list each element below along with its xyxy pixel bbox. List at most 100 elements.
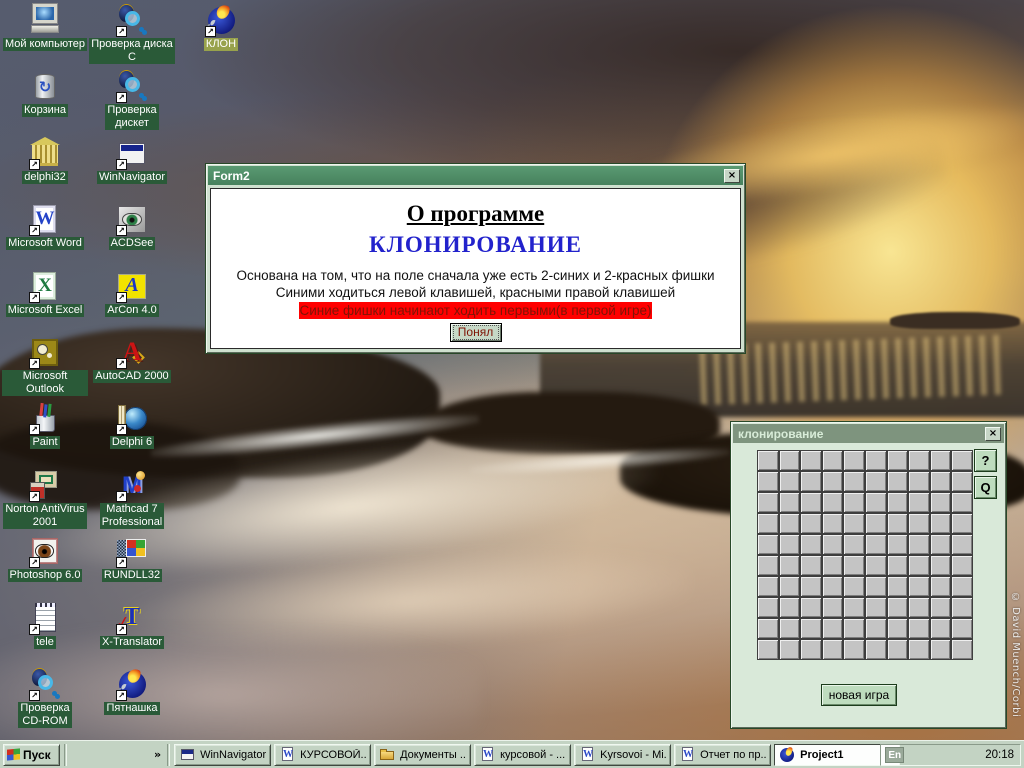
icon-rundll32[interactable]: RUNDLL32 [88, 535, 176, 601]
grid-cell[interactable] [822, 514, 843, 533]
grid-cell[interactable] [822, 556, 843, 575]
icon-photoshop[interactable]: Photoshop 6.0 [1, 535, 89, 601]
grid-cell[interactable] [779, 640, 800, 659]
grid-cell[interactable] [909, 619, 929, 638]
grid-cell[interactable] [779, 493, 800, 512]
taskbar-task[interactable]: WinNavigator [174, 743, 272, 766]
icon-delphi32[interactable]: delphi32 [1, 136, 89, 203]
language-indicator[interactable]: En [885, 746, 905, 763]
grid-cell[interactable] [909, 472, 929, 491]
grid-cell[interactable] [779, 472, 800, 491]
grid-cell[interactable] [758, 640, 778, 659]
grid-cell[interactable] [822, 577, 843, 596]
grid-cell[interactable] [758, 451, 778, 470]
grid-cell[interactable] [909, 577, 929, 596]
grid-cell[interactable] [779, 451, 800, 470]
help-button[interactable]: ? [974, 449, 997, 472]
grid-cell[interactable] [758, 619, 778, 638]
quick-launch-overflow-chevron[interactable]: » [152, 748, 163, 761]
grid-cell[interactable] [952, 472, 972, 491]
grid-cell[interactable] [779, 556, 800, 575]
grid-cell[interactable] [866, 556, 886, 575]
grid-cell[interactable] [801, 556, 821, 575]
grid-cell[interactable] [930, 577, 951, 596]
speaker-icon[interactable] [906, 746, 924, 764]
grid-cell[interactable] [822, 640, 843, 659]
grid-cell[interactable] [952, 640, 972, 659]
grid-cell[interactable] [952, 514, 972, 533]
grid-cell[interactable] [801, 514, 821, 533]
grid-cell[interactable] [909, 598, 929, 617]
grid-cell[interactable] [801, 577, 821, 596]
grid-cell[interactable] [758, 556, 778, 575]
grid-cell[interactable] [909, 556, 929, 575]
icon-mathcad[interactable]: Mathcad 7 Professional [88, 469, 176, 535]
grid-cell[interactable] [779, 514, 800, 533]
grid-cell[interactable] [887, 640, 908, 659]
grid-cell[interactable] [887, 598, 908, 617]
cd-icon[interactable] [963, 746, 981, 764]
icon-check-floppy[interactable]: Проверка дискет [88, 70, 176, 136]
grid-cell[interactable] [866, 493, 886, 512]
grid-cell[interactable] [930, 514, 951, 533]
grid-cell[interactable] [866, 619, 886, 638]
grid-cell[interactable] [844, 451, 864, 470]
icon-tele[interactable]: tele [1, 602, 89, 668]
grid-cell[interactable] [952, 493, 972, 512]
grid-cell[interactable] [844, 577, 864, 596]
grid-cell[interactable] [844, 556, 864, 575]
grid-cell[interactable] [930, 640, 951, 659]
grid-cell[interactable] [758, 598, 778, 617]
grid-cell[interactable] [952, 556, 972, 575]
grid-cell[interactable] [909, 493, 929, 512]
grid-cell[interactable] [758, 577, 778, 596]
grid-cell[interactable] [801, 619, 821, 638]
taskbar-task[interactable]: Kyrsovoi - Mi... [574, 743, 672, 766]
grid-cell[interactable] [930, 598, 951, 617]
grid-cell[interactable] [801, 598, 821, 617]
grid-cell[interactable] [844, 514, 864, 533]
grid-cell[interactable] [844, 598, 864, 617]
quit-button[interactable]: Q [974, 476, 997, 499]
grid-cell[interactable] [801, 535, 821, 554]
grid-cell[interactable] [822, 619, 843, 638]
grid-cell[interactable] [779, 619, 800, 638]
grid-cell[interactable] [887, 535, 908, 554]
grid-cell[interactable] [779, 577, 800, 596]
grid-cell[interactable] [930, 556, 951, 575]
icon-check-disk-c[interactable]: Проверка диска С [88, 4, 176, 70]
grid-cell[interactable] [779, 535, 800, 554]
icon-klon[interactable]: КЛОН [190, 4, 252, 70]
icon-microsoft-outlook[interactable]: Microsoft Outlook [1, 336, 89, 402]
icon-paint[interactable]: Paint [1, 402, 89, 468]
icon-winnavigator[interactable]: WinNavigator [88, 137, 176, 203]
grid-cell[interactable] [866, 472, 886, 491]
grid-cell[interactable] [866, 535, 886, 554]
icon-recycle-bin[interactable]: Корзина [1, 70, 89, 136]
taskbar-task[interactable]: курсовой - ... [474, 743, 572, 766]
grid-cell[interactable] [801, 451, 821, 470]
grid-cell[interactable] [822, 598, 843, 617]
grid-cell[interactable] [930, 451, 951, 470]
grid-cell[interactable] [866, 514, 886, 533]
grid-cell[interactable] [801, 640, 821, 659]
media-player-icon[interactable] [131, 746, 149, 764]
grid-cell[interactable] [909, 535, 929, 554]
grid-cell[interactable] [887, 577, 908, 596]
grid-cell[interactable] [887, 514, 908, 533]
grid-cell[interactable] [801, 493, 821, 512]
grid-cell[interactable] [822, 493, 843, 512]
grid-cell[interactable] [887, 493, 908, 512]
power-icon[interactable] [944, 746, 962, 764]
grid-cell[interactable] [887, 451, 908, 470]
taskbar-task[interactable]: Отчет по пр... [674, 743, 772, 766]
close-icon[interactable]: × [724, 168, 740, 183]
taskbar-task[interactable]: КУРСОВОЙ... [274, 743, 372, 766]
grid-cell[interactable] [930, 535, 951, 554]
icon-autocad[interactable]: AutoCAD 2000 [88, 336, 176, 402]
about-dialog-titlebar[interactable]: Form2 × [208, 166, 743, 185]
grid-cell[interactable] [822, 535, 843, 554]
grid-cell[interactable] [887, 619, 908, 638]
grid-cell[interactable] [930, 619, 951, 638]
grid-cell[interactable] [866, 577, 886, 596]
